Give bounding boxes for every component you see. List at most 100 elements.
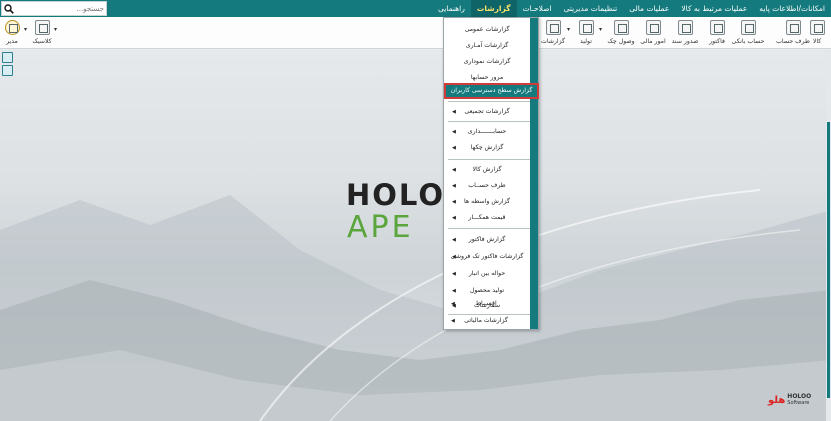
dropdown-item-label: گزارشات عمومی <box>464 26 510 33</box>
toolbar-button-admin[interactable]: مدیر <box>2 19 22 48</box>
toolbar-button-collect-cheque[interactable]: وصول چک <box>607 19 635 48</box>
dropdown-item-label: اقســاط <box>475 300 497 307</box>
dropdown-item-label: طرف حســاب <box>468 182 506 189</box>
logo-apex-text: APE <box>347 210 414 245</box>
dropdown-separator <box>448 101 530 102</box>
dropdown-item-label: مرور حسابها <box>470 74 504 81</box>
submenu-arrow-icon: ◀ <box>452 215 456 221</box>
dropdown-item-label: گزارشات فاکتور تک فروشی <box>450 253 524 260</box>
dropdown-item[interactable]: ◀ طرف حســاب <box>444 178 530 194</box>
finance-icon <box>645 20 661 35</box>
dropdown-separator <box>448 121 530 122</box>
menu-item-admin-settings[interactable]: تنظیمات مدیریتی <box>558 0 624 17</box>
toolbar-label: حساب بانکی <box>731 38 765 45</box>
dropdown-item-label: گزارشات آمـاری <box>465 42 509 49</box>
chevron-down-icon[interactable]: ▾ <box>567 26 570 33</box>
submenu-arrow-icon: ◀ <box>452 109 456 115</box>
chevron-down-icon[interactable]: ▾ <box>24 26 27 33</box>
toolbar-button-production[interactable]: تولید <box>576 19 596 48</box>
dropdown-item-label: گزارش سطح دسترسی کاربران <box>450 87 533 94</box>
dropdown-item-label: گزارش واسطه ها <box>464 198 510 205</box>
toolbar-button-bank-account[interactable]: حساب بانکی <box>731 19 765 48</box>
submenu-arrow-icon: ◀ <box>452 254 456 260</box>
dropdown-item[interactable]: ◀ قیمت همکـــار <box>444 210 530 226</box>
corner-logo-brand: HOLOO Software <box>787 394 811 407</box>
dropdown-item[interactable]: ◀ گزارش کالا <box>444 162 530 178</box>
dropdown-item-label: گزارشات تجمیعی <box>464 108 510 115</box>
user-list-icon[interactable] <box>2 65 13 76</box>
document-icon <box>677 20 693 35</box>
vertical-scrollbar[interactable] <box>826 50 831 421</box>
corner-logo-brand-sub: Software <box>787 400 810 406</box>
submenu-arrow-icon: ◀ <box>452 145 456 151</box>
dropdown-item[interactable]: ◀ گزارش فاکتور <box>444 232 530 248</box>
scrollbar-thumb[interactable] <box>827 122 830 398</box>
reports-dropdown-menu: گزارشات عمومی گزارشات آمـاری گزارشات نمو… <box>443 17 539 330</box>
dropdown-item-label: حسابـــــــداری <box>467 128 507 135</box>
toolbar-label: فاکتور <box>709 38 725 45</box>
menu-item-product-ops[interactable]: عملیات مرتبط به کالا <box>675 0 753 17</box>
search-icon[interactable] <box>2 2 16 15</box>
menu-item-financial-ops[interactable]: عملیات مالی <box>623 0 675 17</box>
toolbar-button-reports[interactable]: گزارشات <box>541 19 565 48</box>
mountain-background-image <box>0 189 831 421</box>
bank-icon <box>740 20 756 35</box>
main-menu-bar: امکانات/اطلاعات پایه عملیات مرتبط به کال… <box>0 0 831 17</box>
dropdown-item[interactable]: ◀ حواله بین انبار <box>444 266 530 282</box>
dropdown-item[interactable]: ◀ اقســاط <box>443 296 529 312</box>
dropdown-item[interactable]: گزارشات آمـاری <box>444 38 530 54</box>
toolbar-label: طرف حساب <box>776 38 810 45</box>
dropdown-item-label: تولید محصول <box>469 287 505 294</box>
chevron-down-icon[interactable]: ▾ <box>599 26 602 33</box>
menu-item-corrections[interactable]: اصلاحـات <box>517 0 558 17</box>
dropdown-item[interactable]: گزارشات نموداری <box>444 54 530 70</box>
production-icon <box>578 20 594 35</box>
submenu-arrow-icon: ◀ <box>452 199 456 205</box>
toolbar-label: صدور سند <box>671 38 699 45</box>
toolbar-label: کلاسیک <box>32 38 52 45</box>
cheque-icon <box>613 20 629 35</box>
corner-logo: هلو HOLOO Software <box>768 394 811 407</box>
report-icon <box>545 20 561 35</box>
toolbar-button-invoice[interactable]: فاکتور <box>706 19 728 48</box>
dropdown-item-label: گزارش کالا <box>472 166 502 173</box>
menu-item-help[interactable]: راهنمایی <box>432 0 471 17</box>
dropdown-item-highlighted[interactable]: گزارش سطح دسترسی کاربران <box>444 83 539 99</box>
toolbar-button-classic[interactable]: کلاسیک <box>31 19 53 48</box>
dropdown-item-label: حواله بین انبار <box>468 270 506 277</box>
corner-logo-mark: هلو <box>768 394 786 406</box>
dropdown-item-label: گزارشات نموداری <box>463 58 511 65</box>
dropdown-item[interactable]: ◀ گزارش چکها <box>444 140 530 156</box>
toolbar: کالا طرف حساب حساب بانکی فاکتور صدور سند… <box>0 17 831 49</box>
submenu-arrow-icon: ◀ <box>452 129 456 135</box>
search-input[interactable] <box>16 2 106 15</box>
dropdown-item[interactable]: ◀ حسابـــــــداری <box>444 124 530 140</box>
info-icon[interactable] <box>2 52 13 63</box>
dropdown-item[interactable]: ◀ گزارشات تجمیعی <box>444 104 530 120</box>
menu-item-base-info[interactable]: امکانات/اطلاعات پایه <box>753 0 831 17</box>
dropdown-separator <box>448 228 530 229</box>
dropdown-item[interactable]: ◀ گزارشات فاکتور تک فروشی <box>444 249 530 265</box>
submenu-arrow-icon: ◀ <box>451 318 455 324</box>
submenu-arrow-icon: ◀ <box>452 167 456 173</box>
submenu-arrow-icon: ◀ <box>452 271 456 277</box>
toolbar-button-finance[interactable]: امور مالی <box>640 19 666 48</box>
box-icon <box>809 20 825 35</box>
dropdown-separator <box>448 159 530 160</box>
search-box <box>1 1 107 16</box>
toolbar-button-party[interactable]: طرف حساب <box>776 19 810 48</box>
menu-item-reports[interactable]: گزارشات <box>470 0 517 17</box>
toolbar-label: تولید <box>580 38 592 45</box>
invoice-icon <box>709 20 725 35</box>
toolbar-label: وصول چک <box>607 38 635 45</box>
dropdown-item-label: گزارشات مالیاتی <box>464 317 508 324</box>
toolbar-button-issue-document[interactable]: صدور سند <box>672 19 698 48</box>
desktop-background: HOLO APE هلو HOLOO Software <box>0 50 831 421</box>
dropdown-item[interactable]: ◀ گزارش واسطه ها <box>444 194 530 210</box>
dropdown-side-strip <box>530 18 538 329</box>
dropdown-item[interactable]: ◀ گزارشات مالیاتی <box>443 313 529 329</box>
chevron-down-icon[interactable]: ▾ <box>54 26 57 33</box>
dropdown-item-label: گزارش فاکتور <box>468 236 506 243</box>
dropdown-item[interactable]: گزارشات عمومی <box>444 22 530 38</box>
classic-view-icon <box>34 20 50 35</box>
